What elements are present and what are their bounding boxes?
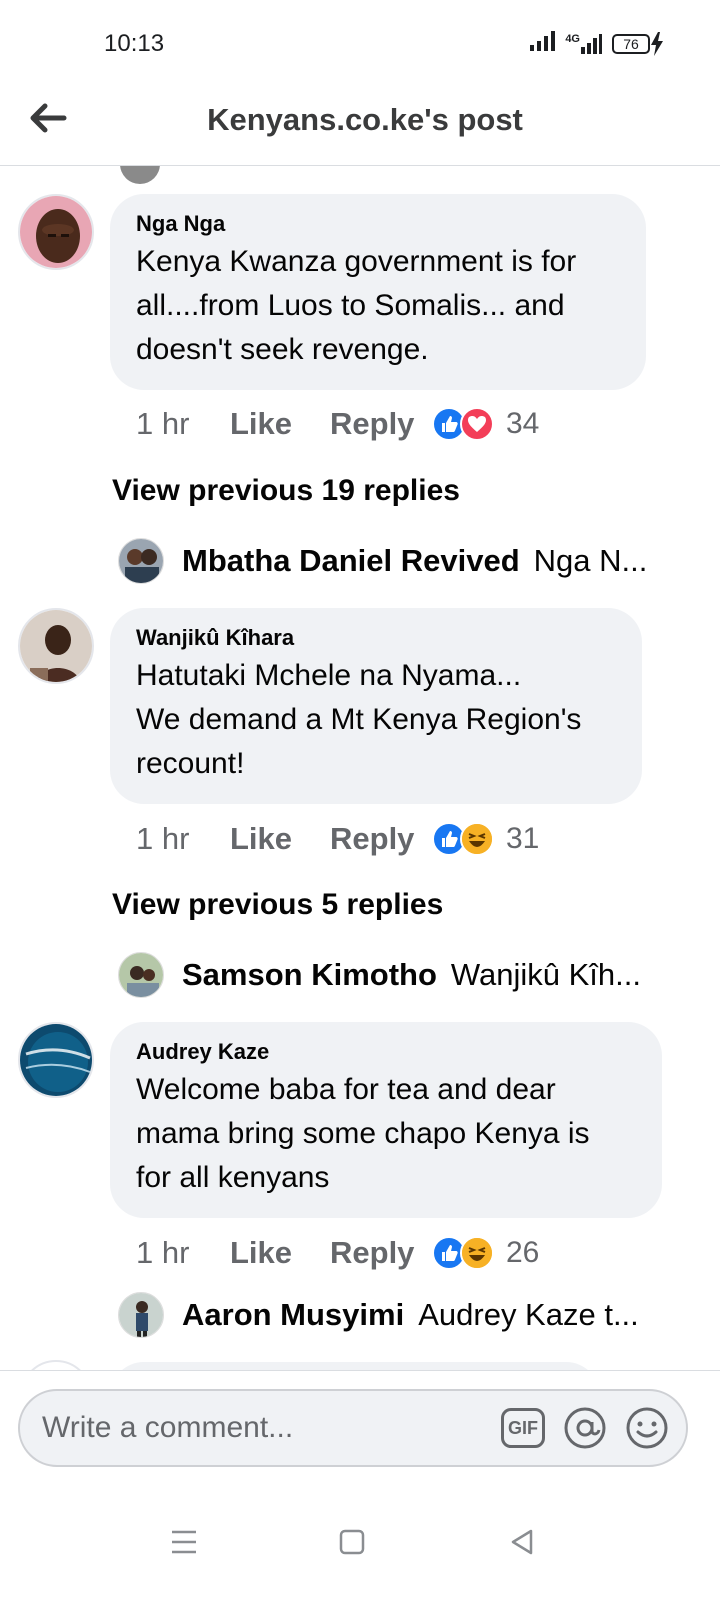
reply-button[interactable]: Reply	[330, 406, 432, 442]
comment-actions: 1 hr Like Reply 34	[136, 404, 539, 444]
comment-bubble[interactable]: Nga Nga Kenya Kwanza government is for a…	[110, 194, 646, 390]
view-previous-replies-link[interactable]: View previous 5 replies	[112, 888, 443, 922]
avatar	[120, 166, 160, 184]
status-time: 10:13	[104, 30, 165, 57]
comment-author[interactable]: Audrey Kaze	[136, 1038, 636, 1066]
comment-input-placeholder[interactable]: Write a comment...	[42, 1411, 293, 1445]
reaction-summary[interactable]: 31	[432, 822, 539, 856]
comment-actions: 1 hr Like Reply 31	[136, 819, 539, 859]
comment-text: Kenya Kwanza government is for all....fr…	[136, 245, 577, 366]
reply-snippet: Nga N...	[533, 543, 648, 578]
reply-button[interactable]: Reply	[330, 821, 432, 857]
avatar	[118, 538, 164, 584]
comment-bubble[interactable]: Wanjikû Kîhara Hatutaki Mchele na Nyama.…	[110, 608, 642, 804]
reaction-count: 34	[506, 407, 540, 440]
home-icon[interactable]	[322, 1512, 382, 1572]
reaction-summary[interactable]: 26	[432, 1236, 539, 1270]
gif-icon[interactable]: GIF	[500, 1405, 546, 1451]
comment-time[interactable]: 1 hr	[136, 406, 230, 442]
reply-author: Samson Kimotho	[182, 957, 437, 992]
comment-bubble[interactable]: Audrey Kaze Welcome baba for tea and dea…	[110, 1022, 662, 1218]
status-bar: 10:13 4G 76	[0, 0, 720, 88]
avatar[interactable]	[18, 1022, 94, 1098]
like-button[interactable]: Like	[230, 406, 330, 442]
battery-level: 76	[612, 33, 650, 54]
comment-bubble	[110, 1362, 600, 1370]
reaction-summary[interactable]: 34	[432, 407, 539, 441]
comment-time[interactable]: 1 hr	[136, 1235, 230, 1271]
comment-text: Hatutaki Mchele na Nyama... We demand a …	[136, 659, 582, 780]
reply-preview[interactable]: Aaron Musyimi Audrey Kaze t...	[118, 1292, 639, 1338]
love-reaction-icon	[460, 407, 494, 441]
avatar	[20, 1360, 92, 1370]
back-icon[interactable]	[492, 1512, 552, 1572]
system-nav-bar	[0, 1490, 720, 1600]
reply-button[interactable]: Reply	[330, 1235, 432, 1271]
reply-snippet: Wanjikû Kîh...	[450, 957, 641, 992]
composer-icons: GIF	[500, 1405, 670, 1451]
reply-preview[interactable]: Mbatha Daniel Revived Nga N...	[118, 538, 647, 584]
comment-input[interactable]: Write a comment... GIF	[18, 1389, 688, 1467]
battery-icon: 76	[612, 31, 664, 56]
mention-icon[interactable]	[562, 1405, 608, 1451]
comment-author[interactable]: Nga Nga	[136, 210, 620, 238]
avatar	[118, 952, 164, 998]
avatar[interactable]	[18, 608, 94, 684]
status-indicators: 4G 76	[529, 30, 664, 57]
like-button[interactable]: Like	[230, 1235, 330, 1271]
haha-reaction-icon	[460, 822, 494, 856]
comment-time[interactable]: 1 hr	[136, 821, 230, 857]
comments-feed[interactable]: Nga Nga Kenya Kwanza government is for a…	[0, 166, 720, 1370]
signal-icon	[529, 30, 556, 57]
emoji-icon[interactable]	[624, 1405, 670, 1451]
reply-author: Mbatha Daniel Revived	[182, 543, 520, 578]
recents-icon[interactable]	[154, 1512, 214, 1572]
reply-author: Aaron Musyimi	[182, 1297, 405, 1332]
page-title: Kenyans.co.ke's post	[207, 102, 523, 137]
avatar	[118, 1292, 164, 1338]
haha-reaction-icon	[460, 1236, 494, 1270]
comment-text: Welcome baba for tea and dear mama bring…	[136, 1073, 590, 1194]
comment-composer-bar: Write a comment... GIF	[0, 1370, 720, 1490]
post-header: Kenyans.co.ke's post	[0, 88, 720, 166]
reply-snippet: Audrey Kaze t...	[418, 1297, 639, 1332]
comment-author[interactable]: Wanjikû Kîhara	[136, 624, 616, 652]
view-previous-replies-link[interactable]: View previous 19 replies	[112, 474, 460, 508]
reaction-count: 26	[506, 1236, 540, 1269]
network-4g-icon: 4G	[565, 33, 602, 55]
avatar[interactable]	[18, 194, 94, 270]
reply-preview[interactable]: Samson Kimotho Wanjikû Kîh...	[118, 952, 641, 998]
reaction-count: 31	[506, 822, 540, 855]
comment-actions: 1 hr Like Reply 26	[136, 1233, 539, 1273]
like-button[interactable]: Like	[230, 821, 330, 857]
charging-icon	[651, 31, 663, 56]
